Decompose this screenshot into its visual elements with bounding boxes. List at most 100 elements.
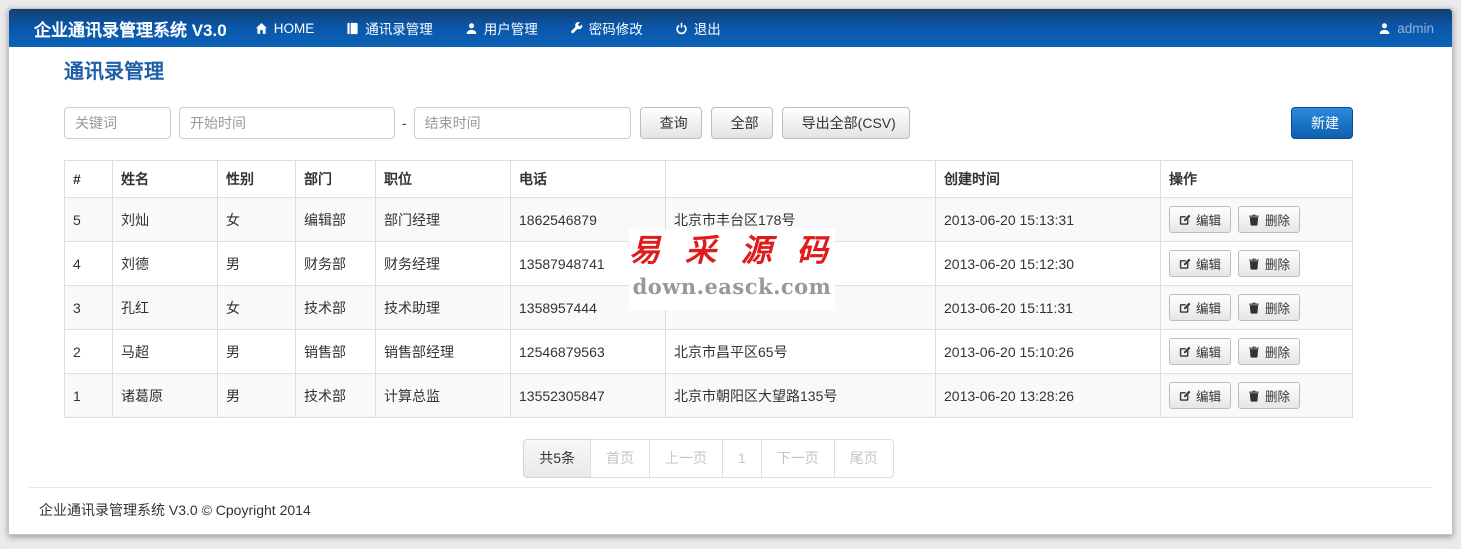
show-all-button-label: 全部 xyxy=(731,113,759,133)
navbar-user[interactable]: admin xyxy=(1378,21,1452,36)
column-header: 职位 xyxy=(376,161,511,198)
edit-button-label: 编辑 xyxy=(1196,254,1221,273)
cell-gender: 女 xyxy=(218,286,296,330)
trash-icon xyxy=(1248,214,1260,226)
trash-icon xyxy=(1248,390,1260,402)
cell-gender: 女 xyxy=(218,198,296,242)
nav-item-密码修改[interactable]: 密码修改 xyxy=(570,18,643,38)
date-range-separator: - xyxy=(402,115,407,131)
edit-button[interactable]: 编辑 xyxy=(1169,382,1231,409)
cell-created: 2013-06-20 15:12:30 xyxy=(936,242,1161,286)
cell-department: 技术部 xyxy=(296,374,376,418)
nav-item-label: HOME xyxy=(274,21,315,36)
nav-item-用户管理[interactable]: 用户管理 xyxy=(465,18,538,38)
search-button[interactable]: 查询 xyxy=(640,107,702,139)
watermark-url: down.easck.com xyxy=(629,273,835,301)
page-card: 企业通讯录管理系统 V3.0 HOME 通讯录管理 用户管理 密码修改 退出 admin… xyxy=(8,8,1453,535)
pagination-link[interactable]: 1 xyxy=(722,439,762,478)
edit-button[interactable]: 编辑 xyxy=(1169,250,1231,277)
nav-item-通讯录管理[interactable]: 通讯录管理 xyxy=(346,18,433,38)
cell-gender: 男 xyxy=(218,330,296,374)
delete-button-label: 删除 xyxy=(1265,342,1290,361)
edit-button-label: 编辑 xyxy=(1196,298,1221,317)
column-header: 部门 xyxy=(296,161,376,198)
edit-icon xyxy=(1179,214,1191,226)
pagination-link[interactable]: 尾页 xyxy=(834,439,894,478)
cell-phone: 13552305847 xyxy=(511,374,666,418)
app-brand: 企业通讯录管理系统 V3.0 xyxy=(9,16,227,41)
cell-actions: 编辑 删除 xyxy=(1161,198,1353,242)
keyword-input[interactable] xyxy=(64,107,171,139)
cell-department: 技术部 xyxy=(296,286,376,330)
cell-actions: 编辑 删除 xyxy=(1161,330,1353,374)
column-header: # xyxy=(65,161,113,198)
column-header: 电话 xyxy=(511,161,666,198)
pagination-link[interactable]: 上一页 xyxy=(649,439,723,478)
edit-button-label: 编辑 xyxy=(1196,386,1221,405)
edit-button[interactable]: 编辑 xyxy=(1169,338,1231,365)
pagination-summary: 共5条 xyxy=(523,439,591,478)
new-record-button-label: 新建 xyxy=(1311,113,1339,133)
delete-button[interactable]: 删除 xyxy=(1238,206,1300,233)
cell-department: 财务部 xyxy=(296,242,376,286)
top-navbar: 企业通讯录管理系统 V3.0 HOME 通讯录管理 用户管理 密码修改 退出 admin xyxy=(9,9,1452,47)
wrench-icon xyxy=(570,22,583,35)
nav-item-label: 退出 xyxy=(694,18,721,38)
cell-name: 诸葛原 xyxy=(113,374,218,418)
column-header: 操作 xyxy=(1161,161,1353,198)
new-record-button[interactable]: 新建 xyxy=(1291,107,1353,139)
cell-position: 销售部经理 xyxy=(376,330,511,374)
cell-gender: 男 xyxy=(218,374,296,418)
delete-button[interactable]: 删除 xyxy=(1238,250,1300,277)
edit-icon xyxy=(1179,258,1191,270)
navbar-menu: HOME 通讯录管理 用户管理 密码修改 退出 xyxy=(255,18,721,38)
search-button-label: 查询 xyxy=(660,113,688,133)
nav-item-label: 用户管理 xyxy=(484,18,538,38)
column-header: 创建时间 xyxy=(936,161,1161,198)
column-header: 性别 xyxy=(218,161,296,198)
cell-address: 北京市朝阳区大望路135号 xyxy=(666,374,936,418)
show-all-button[interactable]: 全部 xyxy=(711,107,773,139)
export-csv-button[interactable]: 导出全部(CSV) xyxy=(782,107,910,139)
cell-id: 3 xyxy=(65,286,113,330)
cell-id: 4 xyxy=(65,242,113,286)
trash-icon xyxy=(1248,346,1260,358)
cell-created: 2013-06-20 13:28:26 xyxy=(936,374,1161,418)
cell-name: 马超 xyxy=(113,330,218,374)
watermark-text: 易 采 源 码 xyxy=(629,229,835,273)
table-header-row: #姓名性别部门职位电话创建时间操作 xyxy=(65,161,1353,198)
cell-address: 北京市昌平区65号 xyxy=(666,330,936,374)
cell-gender: 男 xyxy=(218,242,296,286)
edit-button[interactable]: 编辑 xyxy=(1169,294,1231,321)
cell-actions: 编辑删除 xyxy=(1161,242,1353,286)
start-time-input[interactable] xyxy=(179,107,395,139)
export-csv-button-label: 导出全部(CSV) xyxy=(802,113,896,133)
delete-button[interactable]: 删除 xyxy=(1238,382,1300,409)
cell-department: 编辑部 xyxy=(296,198,376,242)
delete-button[interactable]: 删除 xyxy=(1238,294,1300,321)
end-time-input[interactable] xyxy=(414,107,631,139)
cell-name: 刘德 xyxy=(113,242,218,286)
edit-button[interactable]: 编辑 xyxy=(1169,206,1231,233)
pagination: 共5条首页上一页1下一页尾页 xyxy=(523,439,894,478)
cell-actions: 编辑删除 xyxy=(1161,286,1353,330)
cell-created: 2013-06-20 15:10:26 xyxy=(936,330,1161,374)
delete-button[interactable]: 删除 xyxy=(1238,338,1300,365)
nav-item-home[interactable]: HOME xyxy=(255,21,315,36)
cell-created: 2013-06-20 15:11:31 xyxy=(936,286,1161,330)
watermark: 易 采 源 码 down.easck.com xyxy=(629,229,835,310)
user-icon xyxy=(465,22,478,35)
navbar-username: admin xyxy=(1397,21,1434,36)
cell-position: 财务经理 xyxy=(376,242,511,286)
cell-position: 技术助理 xyxy=(376,286,511,330)
edit-icon xyxy=(1179,346,1191,358)
cell-name: 刘灿 xyxy=(113,198,218,242)
pagination-link[interactable]: 下一页 xyxy=(761,439,835,478)
delete-button-label: 删除 xyxy=(1265,386,1290,405)
nav-item-退出[interactable]: 退出 xyxy=(675,18,721,38)
power-icon xyxy=(675,22,688,35)
pagination-link[interactable]: 首页 xyxy=(590,439,650,478)
delete-button-label: 删除 xyxy=(1265,210,1290,229)
cell-id: 5 xyxy=(65,198,113,242)
footer-copyright: 企业通讯录管理系统 V3.0 © Cpoyright 2014 xyxy=(39,502,311,518)
